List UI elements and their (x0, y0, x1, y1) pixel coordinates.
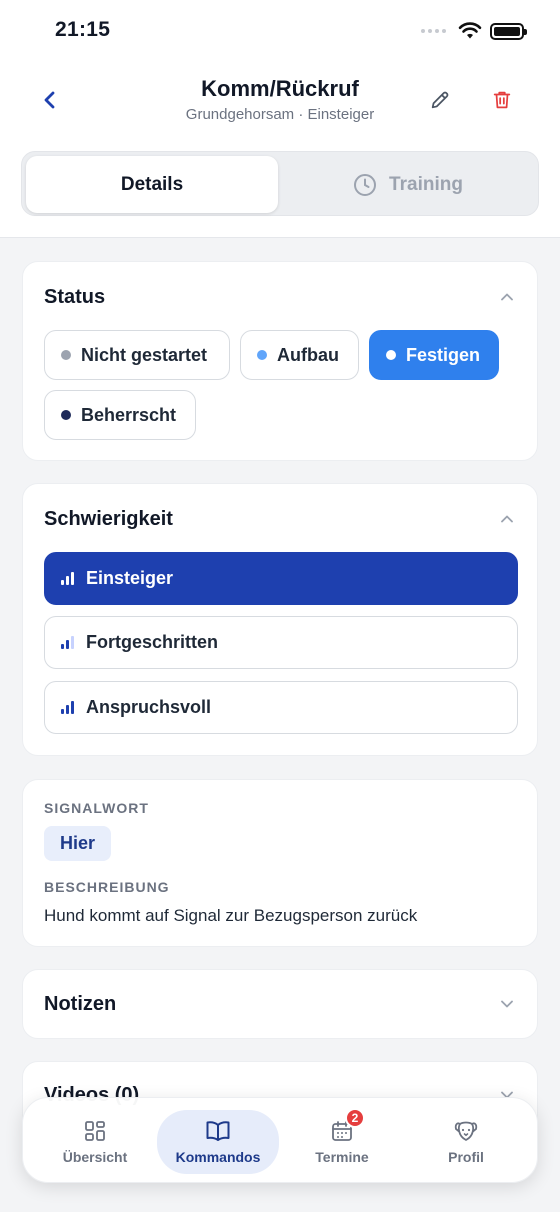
trash-icon (493, 91, 511, 109)
battery-icon (490, 22, 527, 40)
difficulty-option-advanced[interactable]: Fortgeschritten (44, 616, 518, 669)
status-option-consolidating[interactable]: Festigen (369, 330, 499, 380)
grid-icon (85, 1121, 105, 1141)
chevron-down-icon[interactable] (499, 996, 515, 1012)
status-dot (61, 410, 71, 420)
tab-appointments[interactable]: 2 Termine (281, 1108, 403, 1174)
status-option-label: Aufbau (277, 344, 339, 365)
status-card: Status Nicht gestartet Aufbau Festigen B… (22, 261, 538, 461)
status-title: Status (44, 286, 106, 308)
tab-details-label: Details (120, 173, 184, 195)
status-time: 21:15 (55, 18, 111, 41)
status-bar: 21:15 (0, 0, 560, 64)
tab-overview[interactable]: Übersicht (34, 1110, 156, 1174)
status-dot (386, 350, 396, 360)
signal-word-label: SIGNALWORT (44, 800, 149, 816)
signal-word-chip: Hier (44, 826, 112, 861)
header: Komm/Rückruf Grundgehorsam · Einsteiger (0, 70, 560, 130)
chevron-up-icon[interactable] (499, 511, 515, 527)
edit-button[interactable] (424, 84, 456, 116)
segmented-control: Details Training (21, 151, 539, 216)
tab-details[interactable]: Details (26, 156, 278, 213)
status-option-label: Festigen (406, 344, 481, 365)
status-option-mastered[interactable]: Beherrscht (44, 390, 196, 440)
page-subtitle: Grundgehorsam · Einsteiger (185, 106, 375, 123)
difficulty-card: Schwierigkeit Einsteiger Fortgeschritten… (22, 483, 538, 756)
difficulty-option-label: Einsteiger (86, 568, 174, 588)
notes-title: Notizen (44, 993, 117, 1015)
top-area: 21:15 Komm/Rückruf Grundgehorsam · Einst… (0, 0, 560, 238)
difficulty-title: Schwierigkeit (44, 508, 173, 530)
difficulty-option-label: Anspruchsvoll (86, 697, 212, 717)
status-option-not-started[interactable]: Nicht gestartet (44, 330, 230, 380)
tab-training[interactable]: Training (282, 156, 534, 213)
description-text: Hund kommt auf Signal zur Bezugsperson z… (44, 906, 418, 925)
dog-icon (454, 1121, 478, 1141)
difficulty-option-challenging[interactable]: Anspruchsvoll (44, 681, 518, 734)
status-dot (61, 350, 71, 360)
status-option-building[interactable]: Aufbau (240, 330, 359, 380)
tab-label: Profil (448, 1149, 484, 1165)
wifi-icon (458, 22, 482, 39)
tab-training-label: Training (389, 173, 463, 195)
tab-label: Übersicht (62, 1149, 128, 1165)
status-option-label: Beherrscht (81, 404, 177, 425)
notes-card[interactable]: Notizen (22, 969, 538, 1039)
status-option-label: Nicht gestartet (81, 344, 208, 365)
description-label: BESCHREIBUNG (44, 879, 170, 895)
tab-label: Termine (315, 1149, 369, 1165)
bottom-tab-bar: Übersicht Kommandos 2 Termine Profil (22, 1097, 538, 1183)
delete-button[interactable] (486, 84, 518, 116)
tab-label: Kommandos (175, 1149, 261, 1165)
signal-bars-icon (61, 572, 74, 585)
book-icon (206, 1121, 230, 1141)
difficulty-option-beginner[interactable]: Einsteiger (44, 552, 518, 605)
signal-icon (421, 29, 446, 33)
signal-bars-icon (61, 636, 74, 649)
status-icons (421, 22, 527, 40)
status-dot (257, 350, 267, 360)
clock-icon (354, 173, 377, 196)
info-card: SIGNALWORT Hier BESCHREIBUNG Hund kommt … (22, 779, 538, 947)
page-title: Komm/Rückruf (201, 76, 359, 101)
notification-badge: 2 (345, 1108, 365, 1128)
chevron-up-icon[interactable] (499, 289, 515, 305)
difficulty-option-label: Fortgeschritten (86, 632, 219, 652)
tab-profile[interactable]: Profil (405, 1110, 527, 1174)
signal-bars-icon (61, 701, 74, 714)
pencil-icon (431, 91, 449, 109)
tab-commands[interactable]: Kommandos (157, 1110, 279, 1174)
